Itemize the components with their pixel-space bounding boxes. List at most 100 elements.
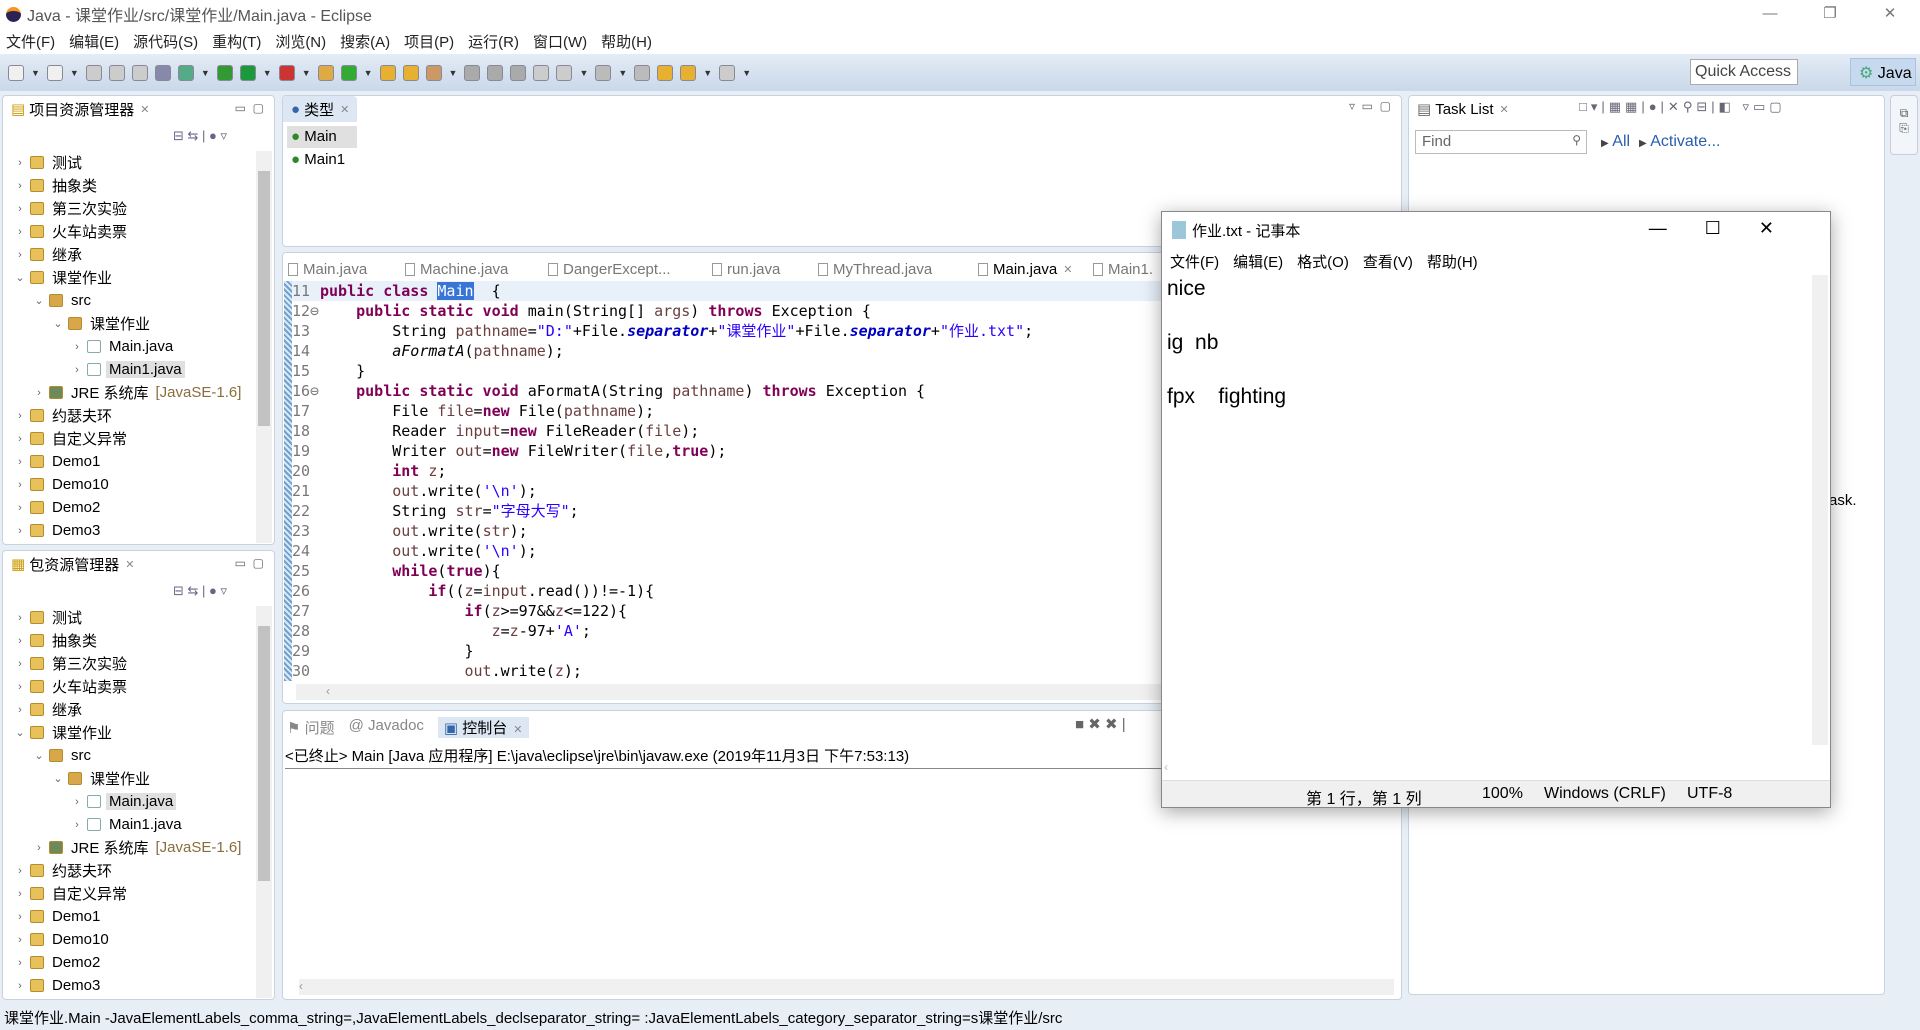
- dropdown-arrow-icon[interactable]: ▼: [364, 68, 373, 78]
- editor-tab[interactable]: DangerExcept...: [548, 256, 671, 282]
- tree-item[interactable]: › Demo1: [13, 450, 103, 473]
- tree-item[interactable]: ⌄ 课堂作业: [13, 721, 115, 744]
- console-toolbar[interactable]: ■ ✖ ✖ |: [1075, 715, 1126, 733]
- toolbar-button[interactable]: [317, 64, 334, 81]
- chevron-right-icon[interactable]: ›: [13, 479, 27, 491]
- dropdown-arrow-icon[interactable]: ▼: [449, 68, 458, 78]
- task-list-toolbar[interactable]: □▾|▦▦|●|✕⚲⊟|◧ ▿▭▢: [1579, 99, 1786, 115]
- menu-item[interactable]: 源代码(S): [133, 31, 198, 52]
- toolbar-button[interactable]: [85, 64, 102, 81]
- menu-item[interactable]: 窗口(W): [533, 31, 587, 52]
- chevron-right-icon[interactable]: ›: [13, 911, 27, 923]
- chevron-right-icon[interactable]: ›: [13, 658, 27, 670]
- chevron-right-icon[interactable]: ›: [32, 387, 46, 399]
- toolbar-button[interactable]: [154, 64, 171, 81]
- menu-item[interactable]: 项目(P): [404, 31, 454, 52]
- editor-tab[interactable]: Machine.java: [405, 256, 508, 282]
- tree-item[interactable]: › 自定义异常: [13, 882, 130, 905]
- chevron-right-icon[interactable]: ›: [13, 681, 27, 693]
- tree-item[interactable]: › Demo2: [13, 951, 103, 974]
- tree-item[interactable]: › 抽象类: [13, 629, 100, 652]
- chevron-right-icon[interactable]: ›: [13, 704, 27, 716]
- editor-tab[interactable]: Main1.: [1093, 256, 1153, 282]
- chevron-right-icon[interactable]: ›: [13, 157, 27, 169]
- menu-item[interactable]: 运行(R): [468, 31, 519, 52]
- close-icon[interactable]: ✕: [340, 103, 349, 116]
- tree-item[interactable]: › Main.java: [70, 790, 177, 813]
- chevron-right-icon[interactable]: ›: [13, 502, 27, 514]
- tree-item[interactable]: › 测试: [13, 151, 85, 174]
- notepad-hscrollbar[interactable]: ‹: [1164, 760, 1812, 776]
- tab-problems[interactable]: ⚑ 问题: [287, 717, 335, 738]
- dropdown-arrow-icon[interactable]: ▼: [70, 68, 79, 78]
- scrollbar[interactable]: [256, 606, 272, 998]
- toolbar-button[interactable]: [379, 64, 396, 81]
- dropdown-arrow-icon[interactable]: ▼: [31, 68, 40, 78]
- chevron-right-icon[interactable]: ›: [13, 957, 27, 969]
- type-item-main1[interactable]: ● Main1: [287, 149, 349, 170]
- editor-tab[interactable]: MyThread.java: [818, 256, 932, 282]
- chevron-right-icon[interactable]: ›: [70, 819, 84, 831]
- editor-tab[interactable]: run.java: [712, 256, 780, 282]
- view-controls[interactable]: ▭ ▢: [235, 556, 264, 570]
- dropdown-arrow-icon[interactable]: ▼: [618, 68, 627, 78]
- view-controls[interactable]: ▭ ▢: [235, 101, 264, 115]
- tree-item[interactable]: › 抽象类: [13, 174, 100, 197]
- toolbar-button[interactable]: [595, 64, 612, 81]
- tree-item[interactable]: ⌄ src: [32, 289, 94, 312]
- tree-item[interactable]: › Demo3: [13, 974, 103, 997]
- explorer-toolbar[interactable]: ⊟ ⇆ | ● ▿: [173, 583, 227, 599]
- notepad-menu-item[interactable]: 文件(F): [1170, 251, 1219, 272]
- type-item-main[interactable]: ● Main: [287, 126, 357, 148]
- tree-item[interactable]: › 测试: [13, 606, 85, 629]
- menu-item[interactable]: 搜索(A): [340, 31, 390, 52]
- toolbar-button[interactable]: [487, 64, 504, 81]
- toolbar-button[interactable]: [425, 64, 442, 81]
- dropdown-arrow-icon[interactable]: ▼: [201, 68, 210, 78]
- toolbar-button[interactable]: [131, 64, 148, 81]
- chevron-right-icon[interactable]: ›: [13, 410, 27, 422]
- chevron-right-icon[interactable]: ›: [13, 180, 27, 192]
- chevron-right-icon[interactable]: ›: [13, 456, 27, 468]
- toolbar-button[interactable]: [680, 64, 697, 81]
- tree-item[interactable]: › Demo2: [13, 496, 103, 519]
- chevron-right-icon[interactable]: ›: [13, 433, 27, 445]
- console-hscrollbar[interactable]: ‹: [299, 979, 1394, 995]
- tree-item[interactable]: ⌄ 课堂作业: [51, 767, 153, 790]
- tree-item[interactable]: › 第三次实验: [13, 652, 130, 675]
- dropdown-arrow-icon[interactable]: ▼: [703, 68, 712, 78]
- close-icon[interactable]: ✕: [140, 103, 149, 116]
- tree-item[interactable]: ⌄ 课堂作业: [13, 266, 115, 289]
- chevron-right-icon[interactable]: ›: [13, 980, 27, 992]
- dropdown-arrow-icon[interactable]: ▼: [579, 68, 588, 78]
- tree-item[interactable]: › 火车站卖票: [13, 675, 130, 698]
- maximize-button[interactable]: ❐: [1800, 0, 1860, 28]
- editor-tab[interactable]: Main.java: [288, 256, 367, 282]
- tree-item[interactable]: ⌄ 课堂作业: [51, 312, 153, 335]
- menu-item[interactable]: 重构(T): [212, 31, 261, 52]
- chevron-right-icon[interactable]: ›: [13, 635, 27, 647]
- tree-item[interactable]: › 约瑟夫环: [13, 404, 115, 427]
- toolbar-button[interactable]: [278, 64, 295, 81]
- dropdown-arrow-icon[interactable]: ▼: [742, 68, 751, 78]
- dropdown-arrow-icon[interactable]: ▼: [263, 68, 272, 78]
- toolbar-button[interactable]: [177, 64, 194, 81]
- tree-item[interactable]: › 自定义异常: [13, 427, 130, 450]
- toolbar-button[interactable]: [510, 64, 527, 81]
- toolbar-button[interactable]: [239, 64, 256, 81]
- toolbar-button[interactable]: [634, 64, 651, 81]
- tree-item[interactable]: › Demo1: [13, 905, 103, 928]
- explorer-toolbar[interactable]: ⊟ ⇆ | ● ▿: [173, 128, 227, 144]
- tree-item[interactable]: › Main1.java: [70, 358, 185, 381]
- menu-item[interactable]: 编辑(E): [69, 31, 119, 52]
- toolbar-button[interactable]: [216, 64, 233, 81]
- notepad-text-area[interactable]: nice ig nb fpx fighting: [1164, 275, 1809, 745]
- all-link[interactable]: All: [1612, 133, 1630, 150]
- package-explorer-tab[interactable]: ▦ 包资源管理器 ✕: [3, 551, 143, 577]
- chevron-down-icon[interactable]: ⌄: [13, 271, 27, 284]
- toolbar-button[interactable]: [340, 64, 357, 81]
- tree-item[interactable]: › 火车站卖票: [13, 220, 130, 243]
- toolbar-button[interactable]: [657, 64, 674, 81]
- chevron-right-icon[interactable]: ›: [13, 865, 27, 877]
- toolbar-button[interactable]: [533, 64, 550, 81]
